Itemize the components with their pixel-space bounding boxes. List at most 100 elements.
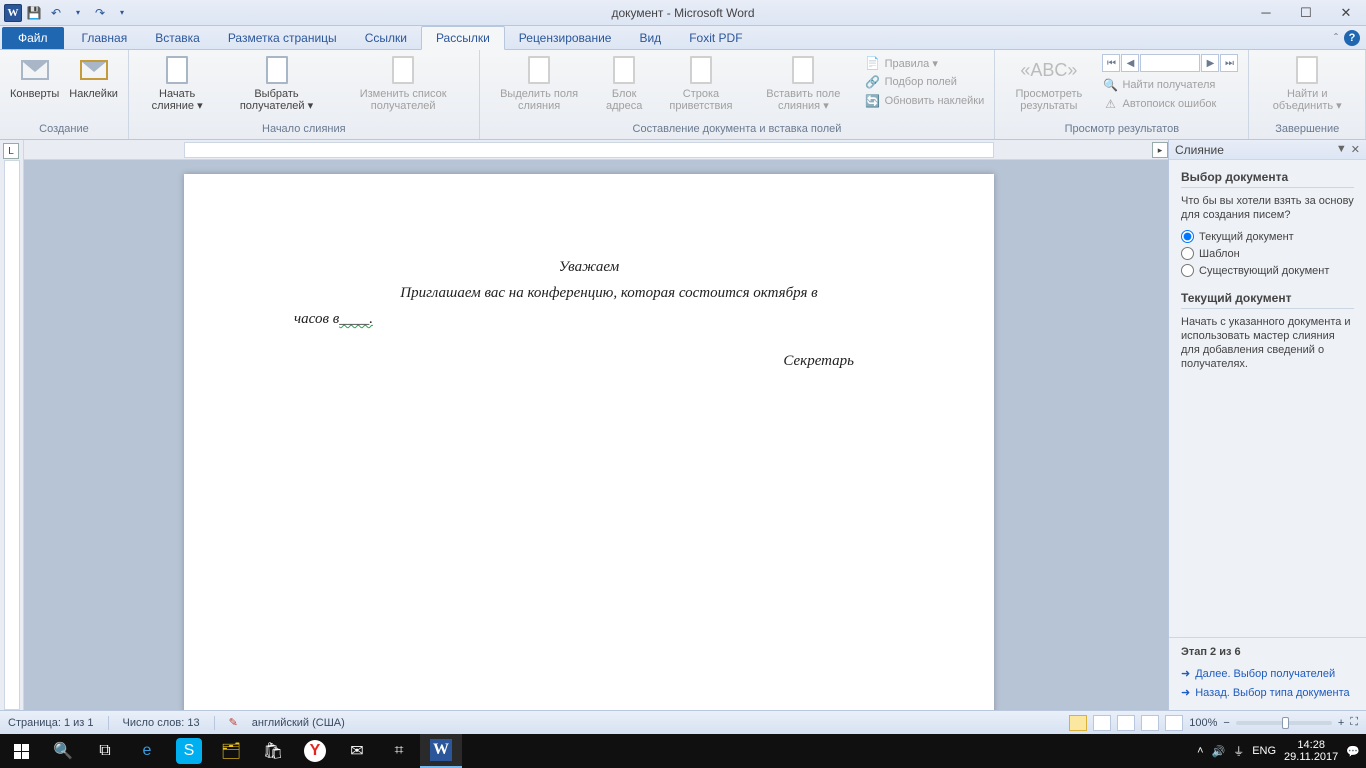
status-proofing-icon[interactable]: ✎ (229, 716, 238, 729)
last-record-button: ⏭ (1220, 54, 1238, 72)
view-draft[interactable] (1165, 715, 1183, 731)
tray-action-center-icon[interactable]: 💬 (1346, 745, 1360, 758)
view-full-screen[interactable] (1093, 715, 1111, 731)
labels-label: Наклейки (69, 88, 118, 100)
taskbar-store[interactable]: 🛍 (252, 734, 294, 768)
tray-language[interactable]: ENG (1252, 745, 1276, 757)
insert-merge-field-icon (792, 56, 814, 84)
status-page[interactable]: Страница: 1 из 1 (8, 717, 94, 729)
edit-recipients-icon (392, 56, 414, 84)
doc-line-1[interactable]: Уважаем (284, 254, 894, 280)
arrow-left-icon: ➜ (1181, 686, 1190, 699)
windows-logo-icon (14, 744, 29, 759)
zoom-out-button[interactable]: − (1223, 717, 1229, 729)
zoom-thumb[interactable] (1282, 717, 1289, 729)
tab-references[interactable]: Ссылки (351, 27, 421, 49)
doc-line-3[interactable]: часов в____. (284, 306, 894, 332)
finish-merge-button: Найти и объединить ▾ (1255, 52, 1359, 114)
document-area[interactable]: Уважаем Приглашаем вас на конференцию, к… (24, 160, 1168, 710)
view-outline[interactable] (1141, 715, 1159, 731)
start-button[interactable] (0, 734, 42, 768)
greeting-line-button: Строка приветствия (656, 52, 746, 114)
tab-selector[interactable]: L (3, 143, 19, 159)
qat-save[interactable]: 💾 (24, 3, 44, 23)
help-icon[interactable]: ? (1344, 30, 1360, 46)
tab-home[interactable]: Главная (68, 27, 142, 49)
taskbar-word[interactable]: W (420, 734, 462, 768)
tray-clock[interactable]: 14:28 29.11.2017 (1284, 739, 1338, 763)
tray-network-icon[interactable]: ⏚ (1233, 743, 1244, 759)
status-language[interactable]: английский (США) (252, 717, 345, 729)
select-recipients-label: Выбрать получателей ▾ (225, 88, 327, 112)
qat-redo[interactable]: ↷ (90, 3, 110, 23)
statusbar: Страница: 1 из 1 Число слов: 13 ✎ англий… (0, 710, 1366, 734)
ruler-horizontal[interactable] (24, 140, 1168, 160)
group-write-insert-label: Составление документа и вставка полей (486, 121, 989, 137)
taskpane-launcher-icon[interactable]: ▸ (1152, 142, 1168, 158)
select-recipients-button[interactable]: Выбрать получателей ▾ (221, 52, 331, 114)
taskbar-explorer[interactable]: 🗂 (210, 734, 252, 768)
taskbar-search[interactable]: 🔍 (42, 734, 84, 768)
ribbon-minimize-icon[interactable]: ˆ (1334, 31, 1338, 45)
tab-file[interactable]: Файл (2, 27, 64, 49)
tray-volume-icon[interactable]: 🔊 (1212, 745, 1226, 758)
tab-review[interactable]: Рецензирование (505, 27, 626, 49)
word-icon[interactable]: W (4, 4, 22, 22)
close-button[interactable]: ✕ (1326, 0, 1366, 26)
taskbar-skype[interactable]: S (176, 738, 202, 764)
tab-insert[interactable]: Вставка (141, 27, 214, 49)
tp-back-link[interactable]: ➜Назад. Выбор типа документа (1181, 683, 1354, 702)
taskbar-mail[interactable]: ✉ (336, 734, 378, 768)
taskbar-calculator[interactable]: ⌗ (378, 734, 420, 768)
page[interactable]: Уважаем Приглашаем вас на конференцию, к… (184, 174, 994, 710)
labels-button[interactable]: Наклейки (65, 52, 122, 102)
view-web-layout[interactable] (1117, 715, 1135, 731)
rules-icon: 📄 (865, 55, 881, 71)
taskbar-edge[interactable]: e (126, 734, 168, 768)
workspace: L Уважаем Приглашаем вас на конференцию,… (0, 140, 1366, 710)
taskpane-close-icon[interactable]: ✕ (1351, 143, 1360, 156)
tab-foxit-pdf[interactable]: Foxit PDF (675, 27, 756, 49)
tp-step: Этап 2 из 6 (1181, 646, 1354, 658)
view-print-layout[interactable] (1069, 715, 1087, 731)
status-zoom[interactable]: 100% (1189, 717, 1217, 729)
status-words[interactable]: Число слов: 13 (123, 717, 200, 729)
update-labels-icon: 🔄 (865, 93, 881, 109)
tab-mailings[interactable]: Рассылки (421, 26, 505, 50)
zoom-in-button[interactable]: + (1338, 717, 1344, 729)
maximize-button[interactable]: ☐ (1286, 0, 1326, 26)
tab-view[interactable]: Вид (625, 27, 675, 49)
left-margin: L (0, 140, 24, 710)
match-fields-button: 🔗Подбор полей (861, 73, 989, 91)
minimize-button[interactable]: ─ (1246, 0, 1286, 26)
highlight-fields-icon (528, 56, 550, 84)
tp-section1-title: Выбор документа (1181, 170, 1354, 188)
tp-option-existing-doc[interactable]: Существующий документ (1181, 262, 1354, 279)
page-content[interactable]: Уважаем Приглашаем вас на конференцию, к… (184, 174, 994, 454)
qat-customize[interactable]: ▾ (112, 3, 132, 23)
arrow-right-icon: ➜ (1181, 667, 1190, 680)
record-number-input (1140, 54, 1200, 72)
tp-next-link[interactable]: ➜Далее. Выбор получателей (1181, 664, 1354, 683)
envelopes-button[interactable]: Конверты (6, 52, 63, 102)
tab-page-layout[interactable]: Разметка страницы (214, 27, 351, 49)
tp-option-current-doc[interactable]: Текущий документ (1181, 228, 1354, 245)
tp-option-template[interactable]: Шаблон (1181, 245, 1354, 262)
qat-undo-dropdown[interactable]: ▾ (68, 3, 88, 23)
taskpane-dropdown-icon[interactable]: ▼ (1336, 143, 1347, 156)
zoom-slider[interactable] (1236, 721, 1332, 725)
address-block-icon (613, 56, 635, 84)
doc-line-4[interactable]: Секретарь (284, 348, 894, 374)
taskbar-yandex[interactable]: Y (294, 734, 336, 768)
taskbar-taskview[interactable]: ⧉ (84, 734, 126, 768)
ruler-vertical[interactable] (4, 160, 20, 710)
envelope-icon (21, 60, 49, 80)
ribbon-group-finish: Найти и объединить ▾ Завершение (1249, 50, 1366, 139)
zoom-fit-icon[interactable]: ⛶ (1350, 716, 1358, 729)
find-recipient-button: 🔍Найти получателя (1098, 76, 1242, 94)
taskpane-title: Слияние (1175, 143, 1224, 157)
doc-line-2[interactable]: Приглашаем вас на конференцию, которая с… (284, 280, 894, 306)
tray-chevron-icon[interactable]: ˄ (1197, 745, 1203, 757)
start-merge-button[interactable]: Начать слияние ▾ (135, 52, 219, 114)
qat-undo[interactable]: ↶ (46, 3, 66, 23)
